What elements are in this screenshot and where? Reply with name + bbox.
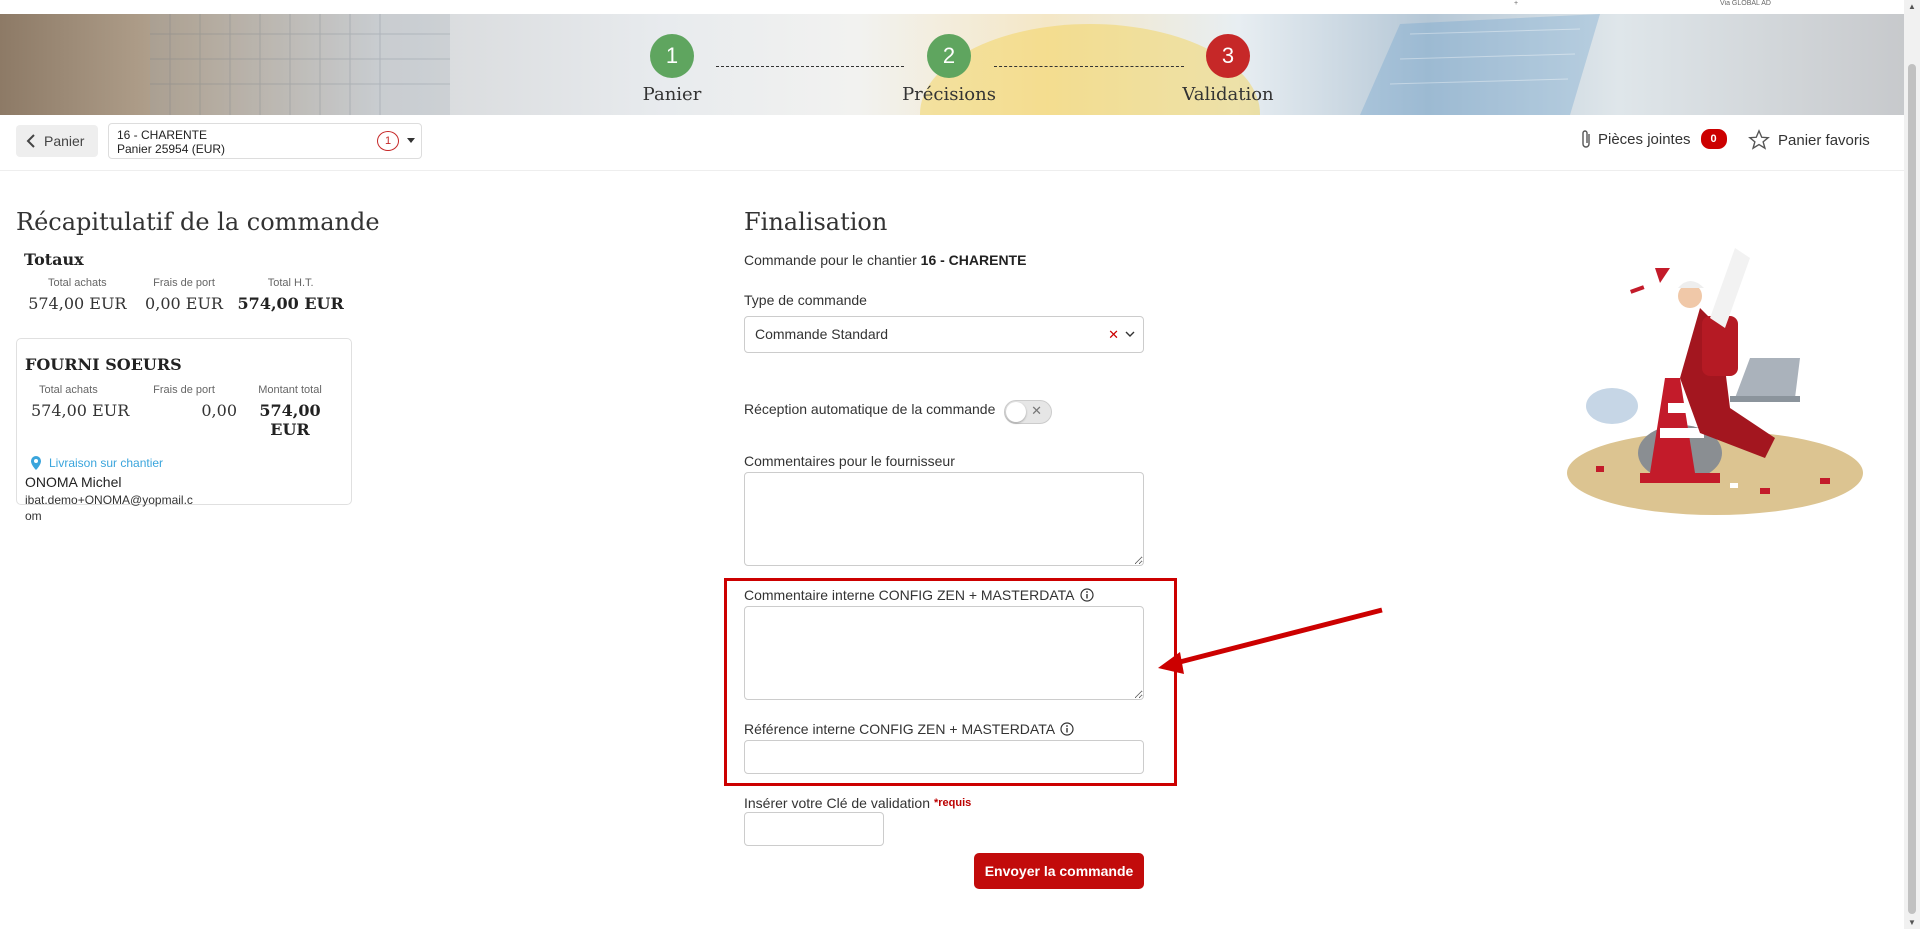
supplier-total-purchases-label: Total achats — [39, 384, 98, 396]
step-label: Validation — [1182, 84, 1274, 105]
supplier-shipping-fees: Frais de port 0,00 — [131, 384, 237, 439]
order-type-value: Commande Standard — [755, 326, 889, 342]
star-icon — [1748, 129, 1770, 150]
totals-title: Totaux — [24, 250, 84, 269]
toggle-knob — [1006, 402, 1026, 422]
supplier-total-amount-value: 574,00 EUR — [259, 401, 321, 439]
supplier-shipping-fees-value: 0,00 — [201, 401, 237, 420]
supplier-comment-textarea[interactable] — [744, 472, 1144, 566]
supplier-total-amount: Montant total 574,00 EUR — [237, 384, 343, 439]
favorites-cart-button[interactable]: Panier favoris — [1748, 129, 1870, 151]
supplier-total-purchases-value: 574,00 EUR — [31, 401, 130, 420]
scrollbar-thumb[interactable] — [1908, 64, 1916, 914]
top-strip-left-text: + — [1514, 0, 1519, 7]
top-strip: + Via GLOBAL AD — [0, 0, 1920, 14]
location-pin-icon — [31, 456, 41, 470]
supplier-total-purchases: Total achats 574,00 EUR — [25, 384, 131, 439]
step-number: 3 — [1206, 34, 1250, 78]
cart-count-badge: 1 — [377, 131, 399, 151]
shipping-fees-label: Frais de port — [153, 277, 215, 289]
step-precisions[interactable]: 2 Précisions — [869, 34, 1029, 105]
supplier-shipping-fees-label: Frais de port — [153, 384, 215, 396]
auto-reception-label: Réception automatique de la commande — [744, 401, 996, 417]
scroll-down-icon[interactable]: ▼ — [1908, 918, 1916, 927]
total-ht-label: Total H.T. — [267, 277, 314, 289]
order-site-prefix: Commande pour le chantier — [744, 252, 917, 268]
toggle-off-icon: ✕ — [1031, 403, 1042, 418]
finalisation-title: Finalisation — [744, 208, 888, 236]
supplier-comment-label: Commentaires pour le fournisseur — [744, 453, 955, 469]
scroll-up-icon[interactable]: ▲ — [1908, 2, 1916, 11]
building-background-image — [150, 14, 450, 115]
order-type-select[interactable]: Commande Standard ✕ — [744, 316, 1144, 353]
step-label: Précisions — [902, 84, 996, 105]
project-name: 16 - CHARENTE — [117, 128, 208, 142]
step-number: 2 — [927, 34, 971, 78]
supplier-total-amount-label: Montant total — [258, 384, 322, 396]
send-order-button[interactable]: Envoyer la commande — [974, 853, 1144, 889]
vertical-scrollbar[interactable]: ▲ ▼ — [1904, 0, 1920, 929]
order-site-line: Commande pour le chantier 16 - CHARENTE — [744, 252, 1026, 268]
total-ht: Total H.T. 574,00 EUR — [237, 277, 344, 313]
step-label: Panier — [642, 84, 702, 105]
supplier-card: FOURNI SOEURS Total achats 574,00 EUR Fr… — [16, 338, 352, 523]
contact-name: ONOMA Michel — [25, 474, 122, 490]
attachments-count-badge: 0 — [1700, 129, 1727, 149]
attachments-label: Pièces jointes — [1598, 130, 1691, 148]
order-type-label: Type de commande — [744, 292, 867, 308]
cart-name: Panier 25954 (EUR) — [117, 142, 226, 156]
chevron-left-icon — [26, 134, 35, 148]
progress-banner: 1 Panier 2 Précisions 3 Validation — [0, 14, 1904, 115]
toolbar: Panier 16 - CHARENTE Panier 25954 (EUR) … — [0, 115, 1904, 171]
delivery-mode: Livraison sur chantier — [25, 455, 343, 471]
order-site-name: 16 - CHARENTE — [920, 252, 1027, 268]
validation-key-label: Insérer votre Clé de validation — [744, 795, 930, 811]
top-strip-right-text: Via GLOBAL AD — [1720, 0, 1771, 7]
blueprint-background-image — [1360, 14, 1600, 115]
auto-reception-toggle[interactable]: ✕ — [1004, 400, 1052, 424]
total-purchases-value: 574,00 EUR — [28, 294, 127, 313]
total-purchases: Total achats 574,00 EUR — [24, 277, 131, 313]
clear-icon[interactable]: ✕ — [1108, 317, 1119, 352]
caret-down-icon — [407, 138, 415, 143]
totals-summary: Totaux Total achats 574,00 EUR Frais de … — [16, 250, 352, 313]
shipping-fees: Frais de port 0,00 EUR — [131, 277, 238, 313]
step-panier[interactable]: 1 Panier — [592, 34, 752, 105]
step-number: 1 — [650, 34, 694, 78]
annotation-highlight-box — [724, 578, 1177, 786]
recap-title: Récapitulatif de la commande — [16, 208, 380, 236]
chevron-down-icon[interactable] — [1125, 331, 1135, 338]
delivery-label: Livraison sur chantier — [49, 456, 164, 470]
shipping-fees-value: 0,00 EUR — [145, 294, 223, 313]
total-ht-value: 574,00 EUR — [237, 294, 344, 313]
attachments-button[interactable]: Pièces jointes 0 — [1580, 129, 1727, 149]
paperclip-icon — [1582, 130, 1590, 148]
validation-key-label-row: Insérer votre Clé de validation *requis — [744, 795, 971, 811]
total-purchases-label: Total achats — [47, 277, 107, 289]
contact-email: ibat.demo+ONOMA@yopmail.com — [25, 493, 193, 523]
validation-key-input[interactable] — [744, 812, 884, 846]
supplier-name: FOURNI SOEURS — [25, 355, 182, 374]
back-button-label: Panier — [44, 133, 85, 149]
favorites-label: Panier favoris — [1778, 131, 1870, 149]
annotation-arrow-icon — [1158, 607, 1383, 674]
back-to-cart-button[interactable]: Panier — [16, 125, 99, 157]
project-select[interactable]: 16 - CHARENTE Panier 25954 (EUR) 1 — [108, 123, 422, 159]
step-validation[interactable]: 3 Validation — [1148, 34, 1308, 105]
required-marker: *requis — [934, 797, 972, 809]
worker-illustration — [1567, 248, 1863, 515]
